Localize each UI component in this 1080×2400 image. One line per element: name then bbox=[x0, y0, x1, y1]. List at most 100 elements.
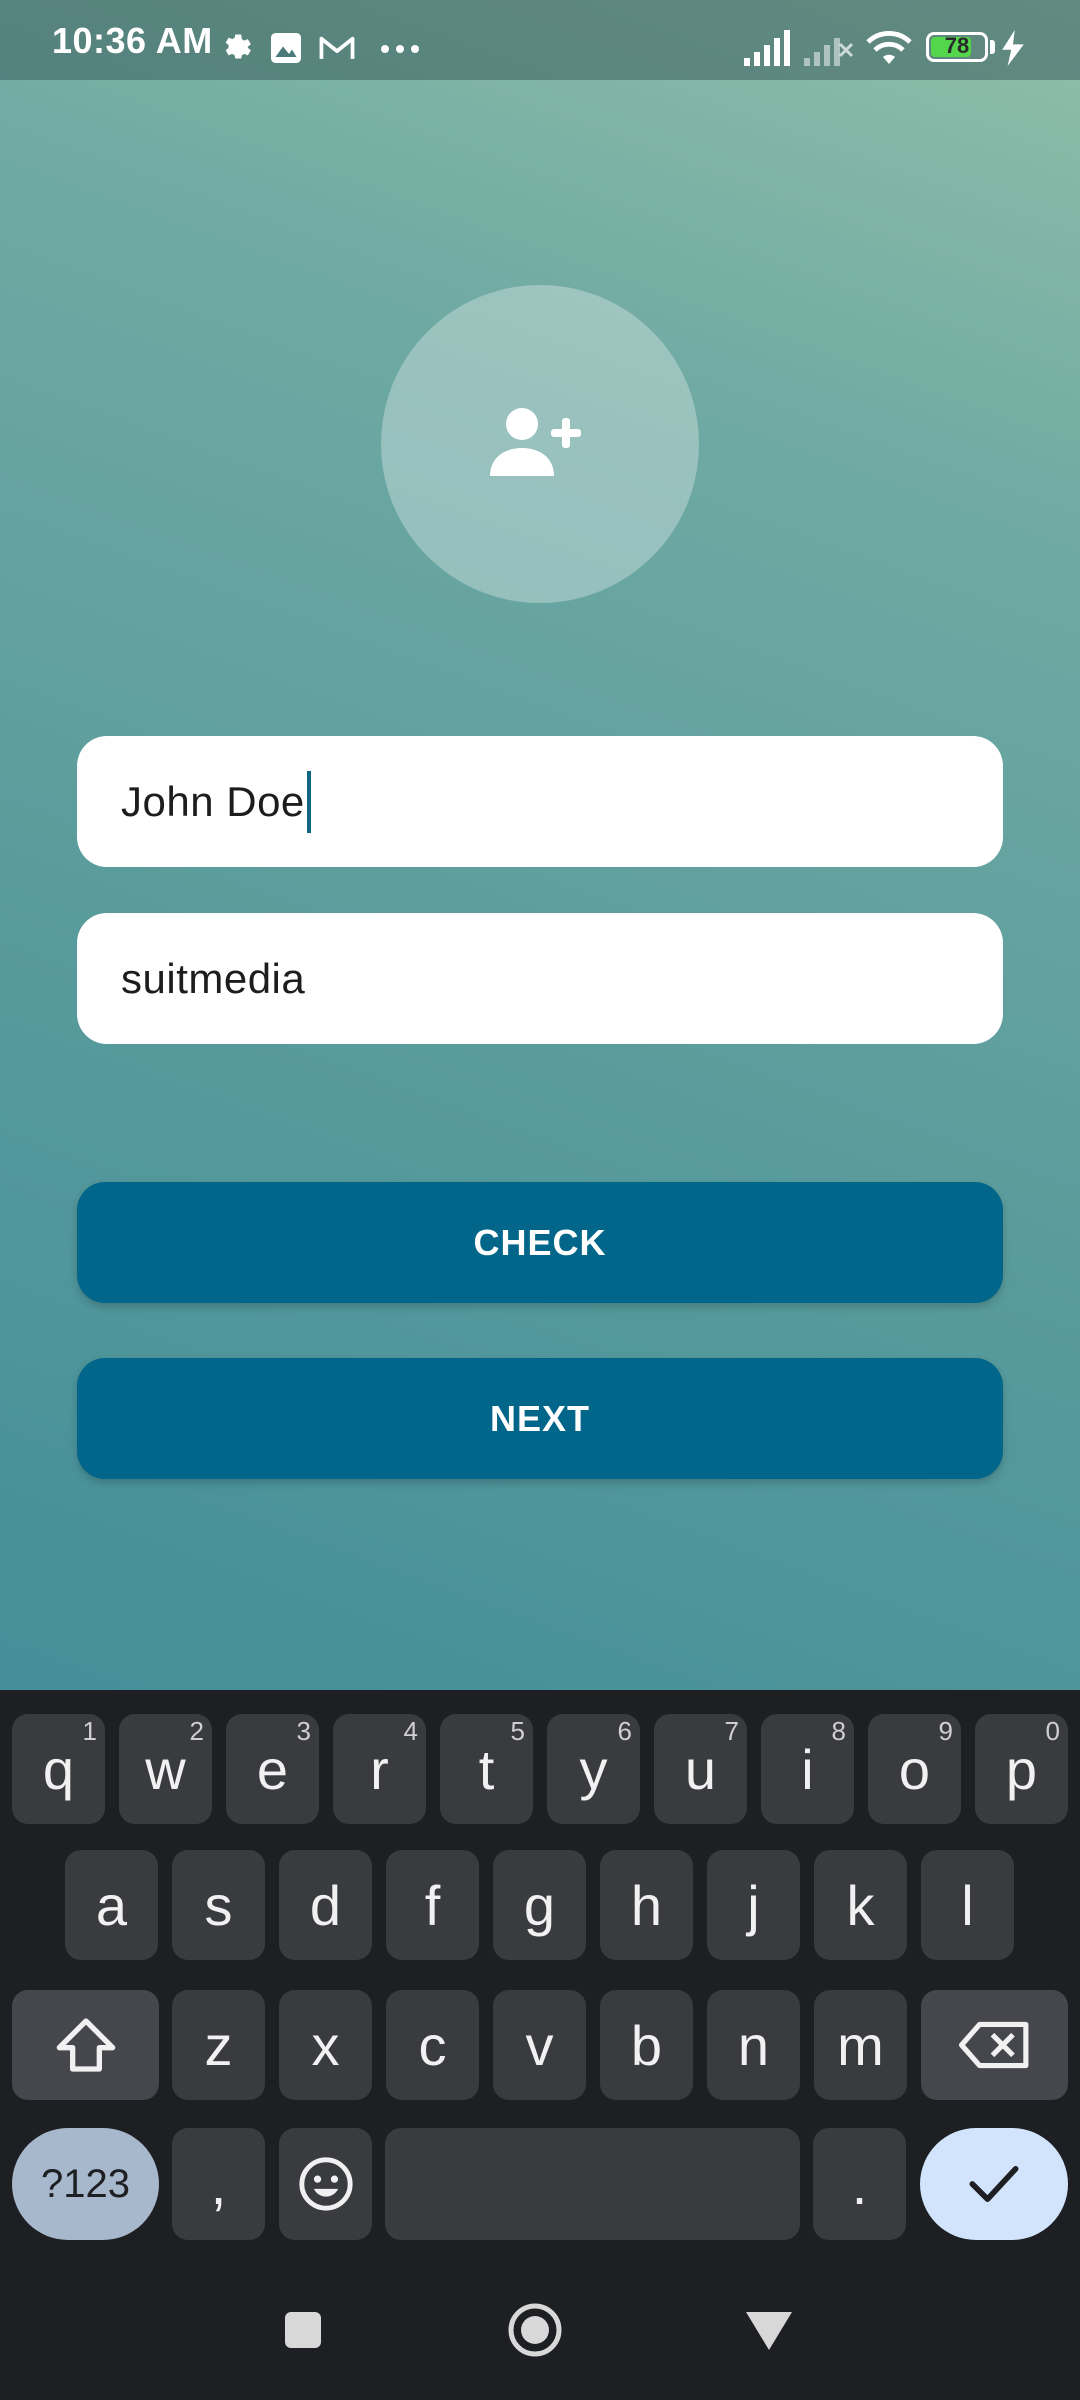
key-j[interactable]: j bbox=[707, 1850, 800, 1960]
key-u[interactable]: u7 bbox=[654, 1714, 747, 1824]
space-key[interactable] bbox=[385, 2128, 800, 2240]
key-hint: 3 bbox=[296, 1716, 311, 1746]
key-x[interactable]: x bbox=[279, 1990, 372, 2100]
status-bar: 10:36 AM 78 bbox=[0, 0, 1080, 80]
key-hint: 7 bbox=[724, 1716, 739, 1746]
key-label: h bbox=[630, 1873, 663, 1937]
key-label: n bbox=[737, 2013, 770, 2077]
key-label: d bbox=[309, 1873, 342, 1937]
key-f[interactable]: f bbox=[386, 1850, 479, 1960]
key-hint: 4 bbox=[403, 1716, 418, 1746]
battery-cap bbox=[990, 40, 995, 54]
settings-icon bbox=[225, 34, 251, 59]
key-label: m bbox=[837, 2013, 884, 2077]
shift-icon bbox=[56, 2018, 115, 2072]
more-icon bbox=[381, 45, 419, 53]
key-label: k bbox=[846, 1873, 875, 1937]
key-label: a bbox=[95, 1873, 128, 1937]
key-p[interactable]: p0 bbox=[975, 1714, 1068, 1824]
battery-icon: 78 bbox=[926, 32, 988, 62]
key-e[interactable]: e3 bbox=[226, 1714, 319, 1824]
key-y[interactable]: y6 bbox=[547, 1714, 640, 1824]
key-l[interactable]: l bbox=[921, 1850, 1014, 1960]
key-hint: 2 bbox=[189, 1716, 204, 1746]
key-d[interactable]: d bbox=[279, 1850, 372, 1960]
back-icon[interactable] bbox=[744, 2310, 794, 2352]
key-c[interactable]: c bbox=[386, 1990, 479, 2100]
key-label: u bbox=[684, 1737, 717, 1801]
backspace-key[interactable] bbox=[921, 1990, 1068, 2100]
emoji-key[interactable] bbox=[279, 2128, 372, 2240]
key-o[interactable]: o9 bbox=[868, 1714, 961, 1824]
key-k[interactable]: k bbox=[814, 1850, 907, 1960]
person-add-icon bbox=[490, 408, 581, 476]
signal-off-icon bbox=[804, 38, 854, 66]
period-key[interactable]: . bbox=[813, 2128, 906, 2240]
key-hint: 6 bbox=[617, 1716, 632, 1746]
name-input-value: John Doe bbox=[121, 777, 305, 825]
status-time: 10:36 AM bbox=[52, 20, 213, 61]
key-hint: 9 bbox=[938, 1716, 953, 1746]
palindrome-input[interactable]: suitmedia bbox=[77, 913, 1003, 1044]
key-label: b bbox=[630, 2013, 663, 2077]
check-button[interactable]: CHECK bbox=[77, 1182, 1003, 1303]
key-t[interactable]: t5 bbox=[440, 1714, 533, 1824]
signal-icon bbox=[744, 30, 790, 66]
key-v[interactable]: v bbox=[493, 1990, 586, 2100]
key-label: y bbox=[579, 1737, 608, 1801]
key-label: x bbox=[311, 2013, 340, 2077]
key-label: w bbox=[145, 1737, 186, 1801]
profile-photo-picker[interactable] bbox=[381, 285, 699, 603]
key-a[interactable]: a bbox=[65, 1850, 158, 1960]
key-label: g bbox=[523, 1873, 556, 1937]
next-button[interactable]: NEXT bbox=[77, 1358, 1003, 1479]
key-r[interactable]: r4 bbox=[333, 1714, 426, 1824]
symbols-key[interactable]: ?123 bbox=[12, 2128, 159, 2240]
emoji-icon bbox=[298, 2157, 353, 2211]
key-m[interactable]: m bbox=[814, 1990, 907, 2100]
comma-key[interactable]: , bbox=[172, 2128, 265, 2240]
key-b[interactable]: b bbox=[600, 1990, 693, 2100]
key-label: o bbox=[898, 1737, 931, 1801]
key-i[interactable]: i8 bbox=[761, 1714, 854, 1824]
key-q[interactable]: q1 bbox=[12, 1714, 105, 1824]
key-label: e bbox=[256, 1737, 289, 1801]
home-icon[interactable] bbox=[506, 2301, 564, 2359]
charging-icon bbox=[1002, 30, 1024, 66]
key-label: l bbox=[961, 1873, 974, 1937]
keyboard: q1w2e3r4t5y6u7i8o9p0 asdfghjkl zxcvbnm ?… bbox=[0, 1690, 1080, 2400]
key-h[interactable]: h bbox=[600, 1850, 693, 1960]
shift-key[interactable] bbox=[12, 1990, 159, 2100]
recents-icon[interactable] bbox=[283, 2310, 323, 2350]
key-label: j bbox=[747, 1873, 760, 1937]
key-label: f bbox=[424, 1873, 441, 1937]
key-label: q bbox=[42, 1737, 75, 1801]
text-cursor bbox=[306, 770, 311, 833]
key-g[interactable]: g bbox=[493, 1850, 586, 1960]
key-label: t bbox=[478, 1737, 495, 1801]
gmail-icon bbox=[319, 36, 355, 59]
backspace-icon bbox=[958, 2021, 1028, 2069]
key-label: v bbox=[525, 2013, 554, 2077]
key-label: i bbox=[801, 1737, 814, 1801]
photos-icon bbox=[271, 33, 301, 63]
key-label: z bbox=[204, 2013, 233, 2077]
key-label: p bbox=[1005, 1737, 1038, 1801]
wifi-icon bbox=[866, 31, 912, 64]
key-w[interactable]: w2 bbox=[119, 1714, 212, 1824]
key-label: r bbox=[370, 1737, 389, 1801]
name-input[interactable]: John Doe bbox=[77, 736, 1003, 867]
key-hint: 1 bbox=[82, 1716, 97, 1746]
key-hint: 8 bbox=[831, 1716, 846, 1746]
battery-level: 78 bbox=[944, 33, 970, 58]
key-label: s bbox=[204, 1873, 233, 1937]
key-label: c bbox=[418, 2013, 447, 2077]
check-icon bbox=[969, 2166, 1019, 2202]
key-hint: 0 bbox=[1045, 1716, 1060, 1746]
key-n[interactable]: n bbox=[707, 1990, 800, 2100]
key-hint: 5 bbox=[510, 1716, 525, 1746]
key-s[interactable]: s bbox=[172, 1850, 265, 1960]
palindrome-input-value: suitmedia bbox=[121, 954, 306, 1002]
key-z[interactable]: z bbox=[172, 1990, 265, 2100]
enter-key[interactable] bbox=[920, 2128, 1068, 2240]
